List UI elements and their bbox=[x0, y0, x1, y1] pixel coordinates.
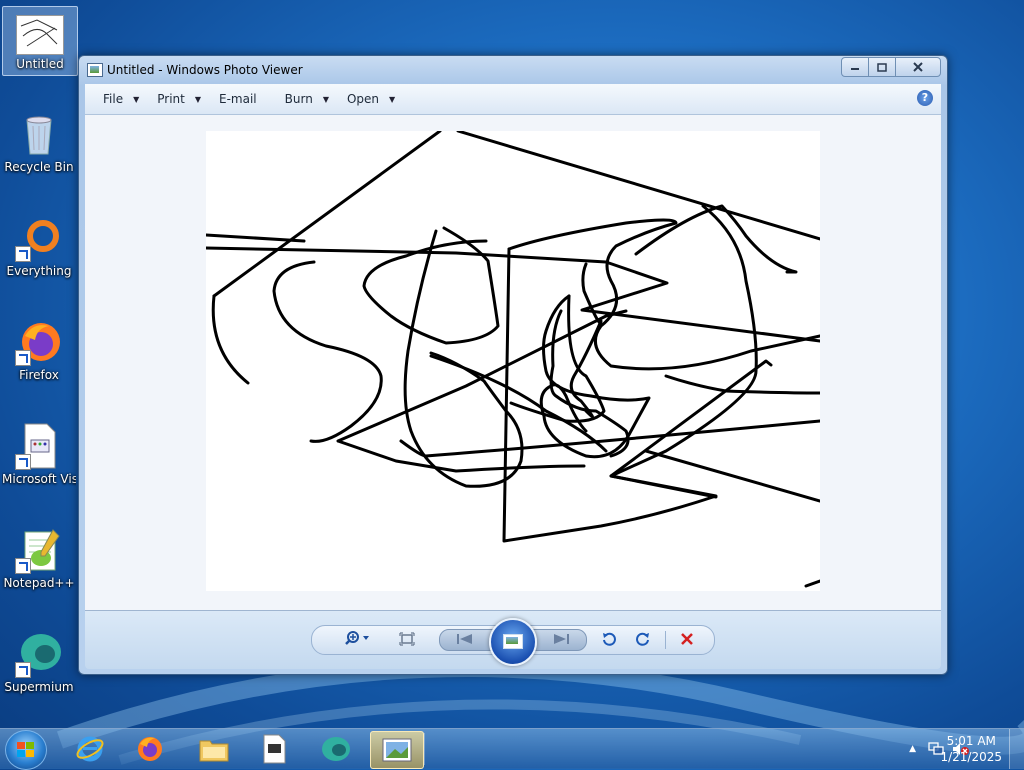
actual-size-button[interactable] bbox=[397, 631, 417, 647]
window-controls bbox=[841, 57, 941, 77]
visual-studio-file-icon bbox=[263, 734, 286, 764]
taskbar-file-explorer[interactable] bbox=[188, 731, 240, 767]
image-file-icon bbox=[16, 15, 64, 55]
chevron-down-icon: ▼ bbox=[322, 94, 329, 104]
taskbar-photo-viewer[interactable] bbox=[370, 731, 424, 769]
close-icon bbox=[913, 62, 923, 72]
zoom-button[interactable] bbox=[343, 630, 373, 646]
close-button[interactable] bbox=[895, 57, 941, 77]
recycle-bin-icon bbox=[15, 110, 63, 158]
menu-print-label: Print bbox=[157, 92, 185, 106]
desktop-icon-notepadpp[interactable]: Notepad++ bbox=[2, 526, 76, 591]
slideshow-icon bbox=[503, 634, 523, 649]
delete-icon bbox=[681, 633, 693, 645]
shortcut-arrow-icon bbox=[15, 662, 31, 678]
menu-bar: File ▼ Print ▼ E-mail Burn ▼ Open ▼ ? bbox=[85, 84, 941, 115]
desktop-icon-untitled[interactable]: Untitled bbox=[2, 6, 78, 76]
toolbar-separator bbox=[665, 631, 666, 649]
internet-explorer-icon bbox=[76, 736, 104, 762]
previous-icon bbox=[457, 634, 472, 644]
maximize-button[interactable] bbox=[868, 57, 896, 77]
desktop-icon-label: Everything bbox=[6, 264, 72, 278]
file-explorer-icon bbox=[199, 740, 229, 762]
visual-studio-file-icon bbox=[15, 422, 63, 470]
desktop-icon-label: Microsoft Visual Stud... bbox=[2, 472, 76, 486]
shortcut-arrow-icon bbox=[15, 246, 31, 262]
window-titlebar[interactable]: Untitled - Windows Photo Viewer bbox=[79, 56, 947, 84]
image-viewer-area bbox=[85, 115, 941, 611]
windows-logo-icon bbox=[17, 742, 35, 758]
delete-button[interactable] bbox=[677, 631, 697, 647]
chevron-down-icon: ▼ bbox=[194, 94, 202, 104]
desktop-icon-visual-studio[interactable]: Microsoft Visual Stud... bbox=[2, 422, 76, 487]
firefox-icon bbox=[138, 737, 162, 761]
minimize-icon bbox=[851, 68, 859, 70]
taskbar-clock[interactable]: 5:01 AM 1/21/2025 bbox=[940, 733, 1002, 765]
firefox-icon bbox=[15, 318, 63, 366]
menu-file-label: File bbox=[103, 92, 124, 106]
desktop-icon-label: Firefox bbox=[19, 368, 59, 382]
chevron-down-icon: ▼ bbox=[133, 94, 140, 104]
zoom-icon bbox=[345, 631, 369, 645]
window-title: Untitled - Windows Photo Viewer bbox=[107, 63, 303, 77]
desktop-icon-label: Supermium bbox=[4, 680, 74, 694]
desktop-icon-label: Recycle Bin bbox=[4, 160, 74, 174]
taskbar-visual-studio-file[interactable] bbox=[248, 731, 300, 767]
menu-open[interactable]: Open ▼ bbox=[347, 92, 395, 106]
menu-open-label: Open bbox=[346, 92, 380, 106]
minimize-button[interactable] bbox=[841, 57, 869, 77]
start-button[interactable] bbox=[5, 730, 47, 770]
rotate-clockwise-icon bbox=[636, 632, 649, 646]
shortcut-arrow-icon bbox=[15, 558, 31, 574]
desktop-icon-recycle-bin[interactable]: Recycle Bin bbox=[2, 110, 76, 175]
displayed-image bbox=[204, 129, 822, 591]
notepadpp-icon bbox=[15, 526, 63, 574]
menu-burn-label: Burn bbox=[284, 92, 313, 106]
desktop-icon-firefox[interactable]: Firefox bbox=[2, 318, 76, 383]
rotate-counterclockwise-button[interactable] bbox=[599, 631, 619, 647]
shortcut-arrow-icon bbox=[15, 350, 31, 366]
desktop-icon-label: Notepad++ bbox=[3, 576, 75, 590]
taskbar-firefox[interactable] bbox=[124, 731, 176, 767]
desktop-icon-supermium[interactable]: Supermium bbox=[2, 630, 76, 695]
scribble-drawing bbox=[204, 129, 822, 588]
taskbar: ▲ 5:01 AM 1/21/2025 bbox=[0, 728, 1024, 770]
actual-size-icon bbox=[399, 632, 415, 646]
photo-viewer-icon bbox=[382, 738, 412, 762]
clock-time: 5:01 AM bbox=[946, 734, 996, 748]
show-desktop-button[interactable] bbox=[1009, 729, 1024, 769]
help-icon: ? bbox=[921, 91, 929, 104]
photo-viewer-icon bbox=[87, 63, 103, 77]
previous-button[interactable] bbox=[455, 631, 475, 647]
desktop-icon-everything[interactable]: Everything bbox=[2, 214, 76, 279]
next-button[interactable] bbox=[551, 631, 571, 647]
photo-viewer-toolbar bbox=[85, 611, 941, 669]
taskbar-supermium[interactable] bbox=[310, 731, 362, 767]
menu-burn[interactable]: Burn ▼ bbox=[285, 92, 329, 106]
photo-viewer-window: Untitled - Windows Photo Viewer File ▼ Pr… bbox=[78, 55, 948, 675]
next-icon bbox=[554, 634, 569, 644]
menu-file[interactable]: File ▼ bbox=[103, 92, 139, 106]
menu-print[interactable]: Print ▼ bbox=[157, 92, 201, 106]
maximize-icon bbox=[877, 62, 887, 72]
desktop-icon-label: Untitled bbox=[16, 57, 64, 71]
supermium-icon bbox=[322, 737, 350, 761]
taskbar-separator bbox=[424, 733, 425, 765]
menu-email[interactable]: E-mail bbox=[219, 92, 257, 106]
chevron-down-icon: ▼ bbox=[389, 94, 396, 104]
taskbar-internet-explorer[interactable] bbox=[64, 731, 116, 767]
everything-search-icon bbox=[15, 214, 63, 262]
rotate-clockwise-button[interactable] bbox=[633, 631, 653, 647]
clock-date: 1/21/2025 bbox=[940, 750, 1002, 764]
help-button[interactable]: ? bbox=[917, 90, 933, 106]
rotate-counterclockwise-icon bbox=[603, 632, 616, 646]
slideshow-button[interactable] bbox=[489, 618, 537, 666]
menu-email-label: E-mail bbox=[219, 92, 257, 106]
shortcut-arrow-icon bbox=[15, 454, 31, 470]
show-hidden-icons-arrow[interactable]: ▲ bbox=[909, 744, 916, 754]
supermium-icon bbox=[15, 630, 63, 678]
